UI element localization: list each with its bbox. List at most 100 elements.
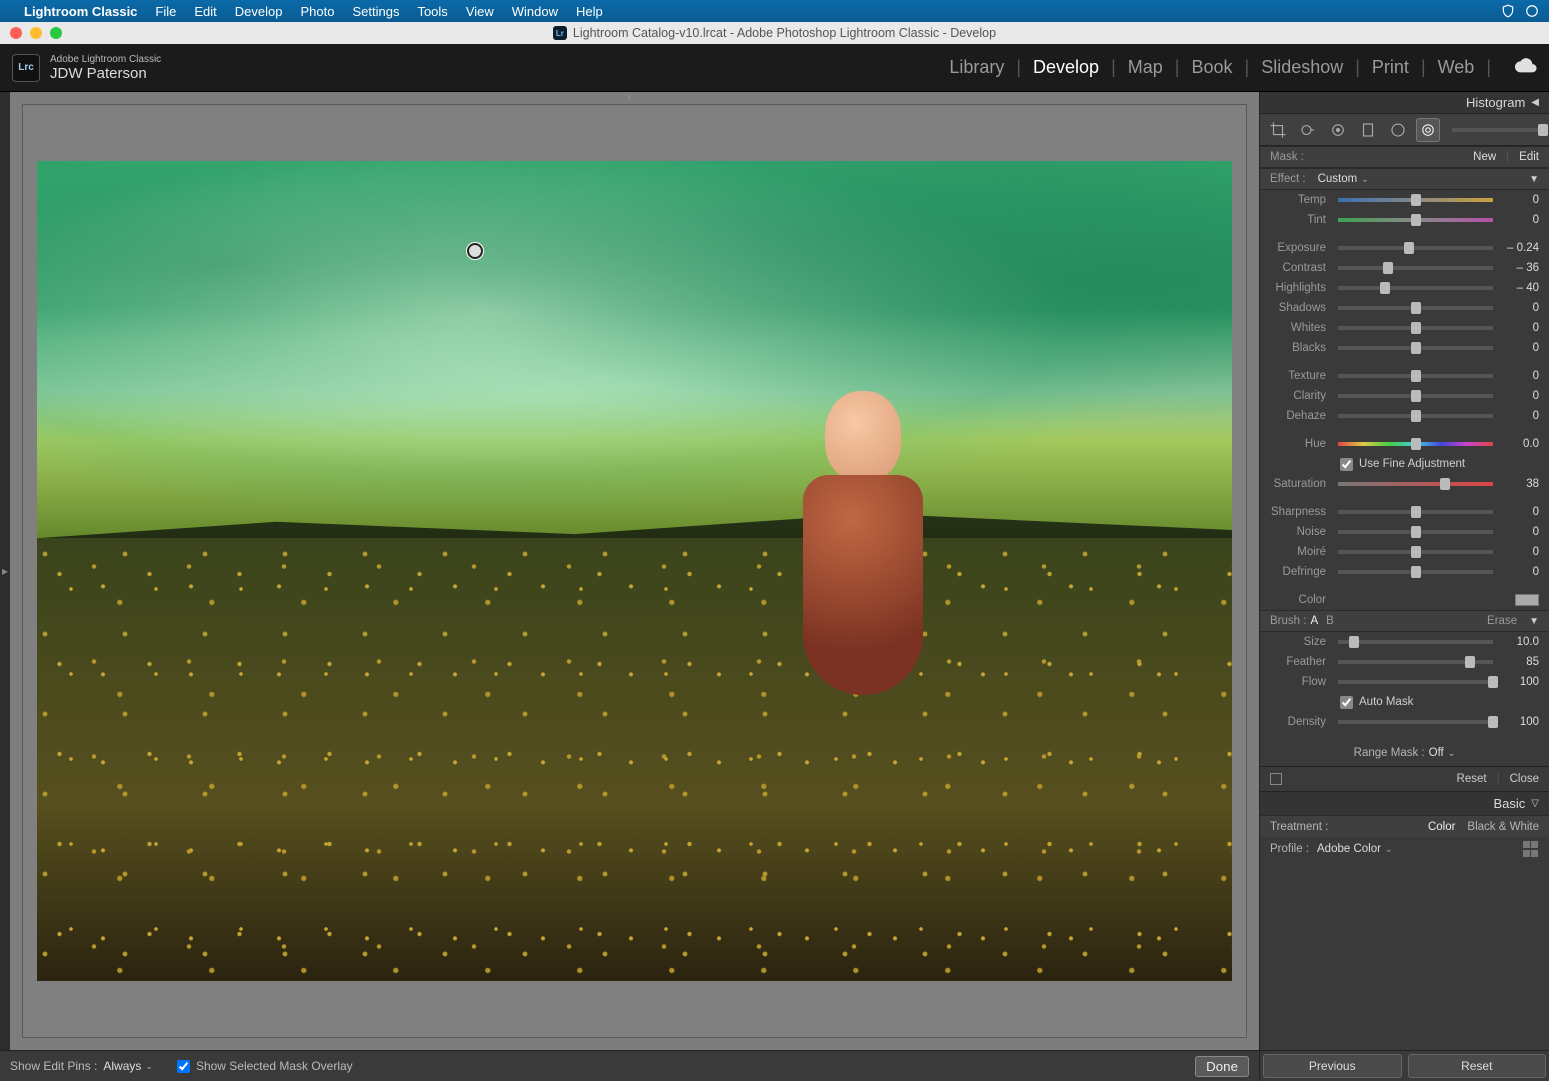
- saturation-slider[interactable]: [1338, 482, 1493, 486]
- menu-develop[interactable]: Develop: [235, 4, 283, 19]
- exposure-value[interactable]: – 0.24: [1499, 242, 1539, 254]
- profile-chevron-icon[interactable]: ⌄: [1385, 844, 1393, 855]
- brush-flow-slider[interactable]: [1338, 680, 1493, 684]
- menu-photo[interactable]: Photo: [300, 4, 334, 19]
- graduated-filter-tool-icon[interactable]: [1356, 118, 1380, 142]
- cloud-sync-icon[interactable]: [1515, 57, 1537, 78]
- brush-density-slider[interactable]: [1338, 720, 1493, 724]
- module-book[interactable]: Book: [1191, 57, 1232, 78]
- effect-disclosure-icon[interactable]: ▼: [1529, 174, 1539, 185]
- tint-value[interactable]: 0: [1499, 214, 1539, 226]
- saturation-value[interactable]: 38: [1499, 478, 1539, 490]
- module-print[interactable]: Print: [1372, 57, 1409, 78]
- effect-chevron-icon[interactable]: ⌄: [1361, 174, 1369, 185]
- defringe-slider[interactable]: [1338, 570, 1493, 574]
- brush-erase[interactable]: Erase: [1487, 615, 1517, 627]
- blacks-slider[interactable]: [1338, 346, 1493, 350]
- highlights-slider[interactable]: [1338, 286, 1493, 290]
- menu-tools[interactable]: Tools: [417, 4, 447, 19]
- temp-slider[interactable]: [1338, 198, 1493, 202]
- fine-adjustment-checkbox[interactable]: Use Fine Adjustment: [1260, 454, 1549, 474]
- reset-button[interactable]: Reset: [1408, 1054, 1547, 1078]
- dehaze-slider[interactable]: [1338, 414, 1493, 418]
- basic-disclosure-icon[interactable]: ▽: [1531, 798, 1539, 809]
- treatment-color[interactable]: Color: [1428, 821, 1455, 833]
- sharpness-value[interactable]: 0: [1499, 506, 1539, 518]
- texture-value[interactable]: 0: [1499, 370, 1539, 382]
- texture-slider[interactable]: [1338, 374, 1493, 378]
- contrast-slider[interactable]: [1338, 266, 1493, 270]
- spot-removal-tool-icon[interactable]: [1296, 118, 1320, 142]
- brush-size-value[interactable]: 10.0: [1499, 636, 1539, 648]
- hue-value[interactable]: 0.0: [1499, 438, 1539, 450]
- blacks-value[interactable]: 0: [1499, 342, 1539, 354]
- moire-slider[interactable]: [1338, 550, 1493, 554]
- brush-disclosure-icon[interactable]: ▼: [1529, 616, 1539, 627]
- menu-app[interactable]: Lightroom Classic: [24, 4, 137, 19]
- brush-density-value[interactable]: 100: [1499, 716, 1539, 728]
- brush-flow-value[interactable]: 100: [1499, 676, 1539, 688]
- pins-chevron-icon[interactable]: ⌄: [145, 1061, 153, 1072]
- mask-overlay-checkbox[interactable]: Show Selected Mask Overlay: [177, 1059, 353, 1073]
- dehaze-value[interactable]: 0: [1499, 410, 1539, 422]
- done-button[interactable]: Done: [1195, 1056, 1249, 1077]
- effect-value[interactable]: Custom: [1318, 173, 1358, 185]
- shield-icon[interactable]: [1501, 4, 1515, 18]
- menu-file[interactable]: File: [155, 4, 176, 19]
- redeye-tool-icon[interactable]: [1326, 118, 1350, 142]
- shadows-value[interactable]: 0: [1499, 302, 1539, 314]
- shadows-slider[interactable]: [1338, 306, 1493, 310]
- highlights-value[interactable]: – 40: [1499, 282, 1539, 294]
- exposure-slider[interactable]: [1338, 246, 1493, 250]
- brush-feather-value[interactable]: 85: [1499, 656, 1539, 668]
- profile-value[interactable]: Adobe Color: [1317, 843, 1381, 855]
- auto-mask-checkbox[interactable]: Auto Mask: [1260, 692, 1549, 712]
- filmstrip-reveal-top-icon[interactable]: ▾: [627, 92, 632, 103]
- sharpness-slider[interactable]: [1338, 510, 1493, 514]
- menu-window[interactable]: Window: [512, 4, 558, 19]
- profile-browser-icon[interactable]: [1523, 841, 1539, 857]
- tint-slider[interactable]: [1338, 218, 1493, 222]
- contrast-value[interactable]: – 36: [1499, 262, 1539, 274]
- crop-tool-icon[interactable]: [1266, 118, 1290, 142]
- image-canvas[interactable]: [22, 104, 1247, 1038]
- menubar-status-icon[interactable]: [1525, 4, 1539, 18]
- brush-feather-slider[interactable]: [1338, 660, 1493, 664]
- histogram-header[interactable]: Histogram ◀: [1260, 92, 1549, 114]
- noise-slider[interactable]: [1338, 530, 1493, 534]
- module-library[interactable]: Library: [949, 57, 1004, 78]
- module-develop[interactable]: Develop: [1033, 57, 1099, 78]
- color-swatch[interactable]: [1515, 594, 1539, 606]
- menu-edit[interactable]: Edit: [194, 4, 216, 19]
- range-mask-value[interactable]: Off: [1429, 747, 1444, 759]
- module-slideshow[interactable]: Slideshow: [1261, 57, 1343, 78]
- previous-button[interactable]: Previous: [1263, 1054, 1402, 1078]
- radial-filter-tool-icon[interactable]: [1386, 118, 1410, 142]
- menu-help[interactable]: Help: [576, 4, 603, 19]
- moire-value[interactable]: 0: [1499, 546, 1539, 558]
- panel-switch-icon[interactable]: [1270, 773, 1282, 785]
- local-close-link[interactable]: Close: [1510, 773, 1539, 785]
- whites-value[interactable]: 0: [1499, 322, 1539, 334]
- mask-edit-link[interactable]: Edit: [1519, 151, 1539, 163]
- adjustment-brush-tool-icon[interactable]: [1416, 118, 1440, 142]
- show-edit-pins-value[interactable]: Always: [103, 1059, 141, 1073]
- noise-value[interactable]: 0: [1499, 526, 1539, 538]
- clarity-value[interactable]: 0: [1499, 390, 1539, 402]
- menu-view[interactable]: View: [466, 4, 494, 19]
- left-panel-handle[interactable]: ▸: [0, 92, 10, 1050]
- clarity-slider[interactable]: [1338, 394, 1493, 398]
- brush-size-slider[interactable]: [1338, 640, 1493, 644]
- module-map[interactable]: Map: [1128, 57, 1163, 78]
- temp-value[interactable]: 0: [1499, 194, 1539, 206]
- module-web[interactable]: Web: [1438, 57, 1475, 78]
- range-mask-chevron-icon[interactable]: ⌄: [1448, 748, 1456, 759]
- defringe-value[interactable]: 0: [1499, 566, 1539, 578]
- histogram-disclosure-icon[interactable]: ◀: [1531, 97, 1539, 108]
- whites-slider[interactable]: [1338, 326, 1493, 330]
- brush-tab-a[interactable]: A: [1310, 615, 1318, 627]
- menu-settings[interactable]: Settings: [352, 4, 399, 19]
- local-reset-link[interactable]: Reset: [1457, 773, 1487, 785]
- hue-slider[interactable]: [1338, 442, 1493, 446]
- brush-tab-b[interactable]: B: [1326, 615, 1334, 627]
